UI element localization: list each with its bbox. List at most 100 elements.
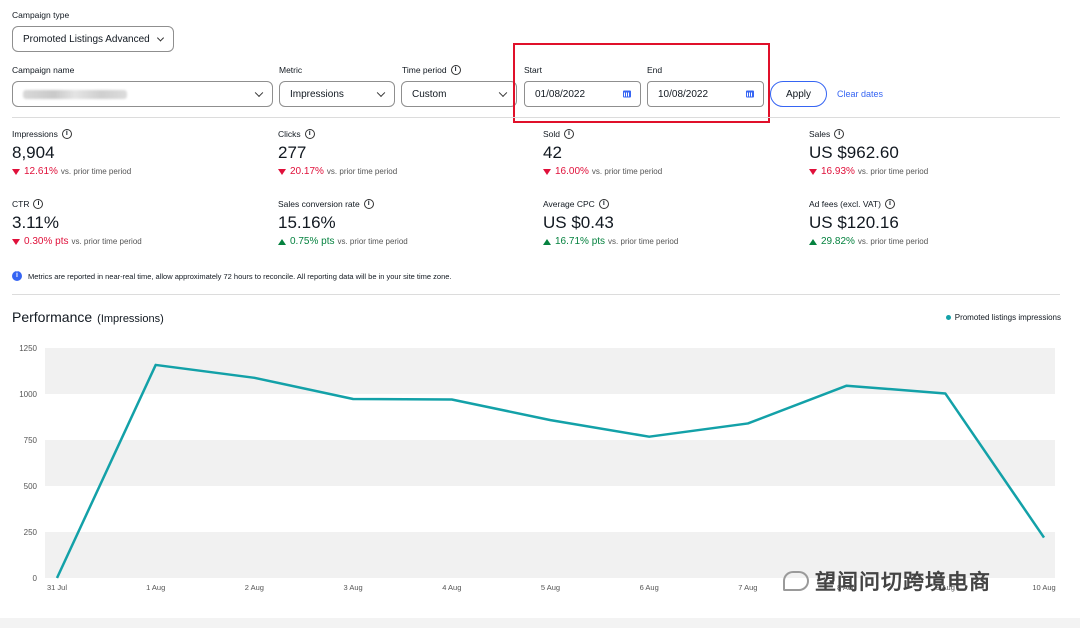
metric-name: Ad fees (excl. VAT) [809,199,881,209]
delta-note: vs. prior time period [326,167,398,176]
delta-percent: 16.93% [821,166,855,177]
info-icon[interactable]: i [304,129,315,139]
metric-value: 15.16% [278,213,336,232]
highlight-box [513,43,770,123]
campaign-type-select[interactable]: Promoted Listings Advanced [12,26,174,52]
x-tick-label: 6 Aug [640,583,659,592]
info-icon[interactable]: i [884,199,895,209]
metric-value: Impressions [290,88,344,100]
y-tick-label: 250 [24,528,38,537]
metric-label: Average CPC i [543,199,678,209]
watermark: 望闻问切跨境电商 [783,566,991,596]
metric-label: Ad fees (excl. VAT) i [809,199,928,209]
delta-percent: 0.30% pts [24,236,69,247]
metric-delta: 12.61% vs. prior time period [12,166,131,177]
metric-name: Impressions [12,129,58,139]
info-icon[interactable]: i [33,199,44,209]
time-period-value: Custom [412,88,447,100]
blurred-campaign-name [23,89,127,99]
delta-percent: 16.00% [555,166,589,177]
delta-percent: 12.61% [24,166,58,177]
triangle-up-icon [543,238,551,245]
info-icon[interactable]: i [450,65,461,75]
metric-label: Impressions i [12,129,131,139]
x-tick-label: 7 Aug [738,583,757,592]
metric-card: CTR i 3.11% 0.30% pts vs. prior time period [12,199,142,247]
metric-delta: 20.17% vs. prior time period [278,166,397,177]
metric-card: Impressions i 8,904 12.61% vs. prior time pe… [12,129,131,177]
info-icon: i [12,271,22,281]
performance-chart: 0 250 500 750 1000 1250 31 Jul 1 Aug 2 Aug 3 Aug… [19,344,1055,592]
metric-select[interactable]: Impressions [279,81,395,107]
notice: i Metrics are reported in near-real time… [12,271,452,281]
metric-value: 3.11% [12,213,59,232]
apply-button[interactable]: Apply [770,81,827,107]
metric-value: 42 [543,143,562,162]
x-tick-label: 5 Aug [541,583,560,592]
metric-label: Sales conversion rate i [278,199,408,209]
info-icon[interactable]: i [564,129,575,139]
delta-percent: 16.71% pts [555,236,606,247]
campaign-type-value: Promoted Listings Advanced [23,33,150,45]
metric-card: Ad fees (excl. VAT) i US $120.16 29.82% vs. … [809,199,928,247]
watermark-text: 望闻问切跨境电商 [815,571,991,594]
metric-delta: 16.93% vs. prior time period [809,166,928,177]
clear-dates-link[interactable]: Clear dates [837,89,883,99]
delta-note: vs. prior time period [857,167,929,176]
triangle-up-icon [278,238,286,245]
triangle-down-icon [543,168,551,175]
metric-delta: 0.30% pts vs. prior time period [12,236,142,247]
x-tick-label: 2 Aug [245,583,264,592]
info-icon[interactable]: i [61,129,72,139]
chevron-down-icon [376,88,386,98]
metric-name: Sales [809,129,831,139]
performance-header: Performance (Impressions) [12,309,164,325]
x-tick-label: 3 Aug [344,583,363,592]
grid-band [45,440,1055,486]
legend-dot-icon [945,315,951,320]
metric-label: Sales i [809,129,928,139]
chevron-down-icon [156,34,165,42]
x-tick-label: 1 Aug [146,583,165,592]
delta-percent: 0.75% pts [290,236,335,247]
triangle-down-icon [278,168,286,175]
metric-value: US $120.16 [809,213,899,232]
divider [12,117,1060,118]
x-tick-label: 10 Aug [1032,583,1055,592]
metric-card: Average CPC i US $0.43 16.71% pts vs. prior … [543,199,678,247]
delta-percent: 29.82% [821,236,855,247]
divider [12,294,1060,295]
campaign-name-select[interactable] [12,81,273,107]
metric-value: US $0.43 [543,213,614,232]
metric-name: Average CPC [543,199,595,209]
triangle-down-icon [12,168,20,175]
time-period-select[interactable]: Custom [401,81,517,107]
metric-name: Sales conversion rate [278,199,360,209]
time-period-label: Time period [402,65,447,75]
y-tick-label: 750 [24,436,38,445]
delta-note: vs. prior time period [60,167,132,176]
chevron-down-icon [254,88,264,98]
metric-label: CTR i [12,199,142,209]
info-icon[interactable]: i [598,199,609,209]
scrollbar[interactable] [0,618,1080,628]
notice-text: Metrics are reported in near-real time, … [28,271,452,281]
metric-name: Clicks [278,129,301,139]
y-tick-label: 1000 [19,390,37,399]
metric-delta: 29.82% vs. prior time period [809,236,928,247]
info-icon[interactable]: i [834,129,845,139]
triangle-down-icon [12,238,20,245]
metric-card: Sold i 42 16.00% vs. prior time period [543,129,662,177]
legend-label: Promoted listings impressions [954,313,1061,322]
x-tick-label: 31 Jul [47,583,67,592]
campaign-type-label: Campaign type [12,10,70,20]
performance-title: Performance [12,309,93,325]
info-icon[interactable]: i [363,199,374,209]
triangle-up-icon [809,238,817,245]
metric-delta: 16.00% vs. prior time period [543,166,662,177]
x-tick-label: 4 Aug [442,583,461,592]
metric-label: Metric [279,65,303,75]
metric-card: Clicks i 277 20.17% vs. prior time period [278,129,397,177]
metric-delta: 0.75% pts vs. prior time period [278,236,408,247]
delta-note: vs. prior time period [71,237,142,246]
